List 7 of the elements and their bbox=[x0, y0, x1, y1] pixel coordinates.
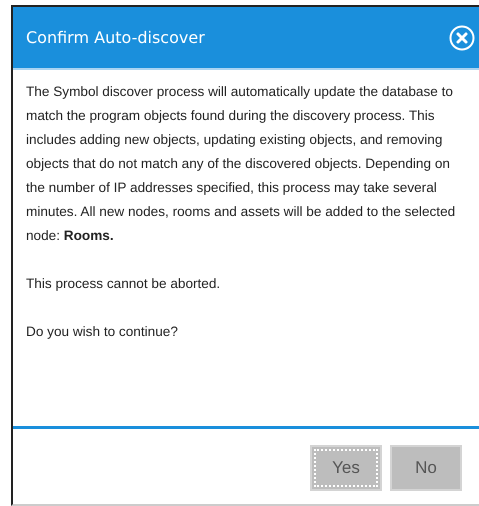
message-text: This process cannot be aborted. bbox=[26, 275, 222, 293]
message-text: The Symbol discover process will automatically update the database to match the program objects found during the discovery process. This includes adding new objects, updating existing objects, and removing objects that do not match any of the discovered objects. Depending on the number of IP addresses specified, this process may take several minutes. All new nodes, rooms and assets will be added to the selected node: Rooms. bbox=[26, 83, 456, 245]
dialog-button[interactable]: No bbox=[390, 445, 462, 491]
dialog-button[interactable]: Yes bbox=[310, 445, 382, 491]
message-text: Do you wish to continue? bbox=[26, 323, 179, 341]
close-icon[interactable] bbox=[449, 24, 475, 50]
dialog-title: Confirm Auto-discover bbox=[26, 28, 205, 47]
